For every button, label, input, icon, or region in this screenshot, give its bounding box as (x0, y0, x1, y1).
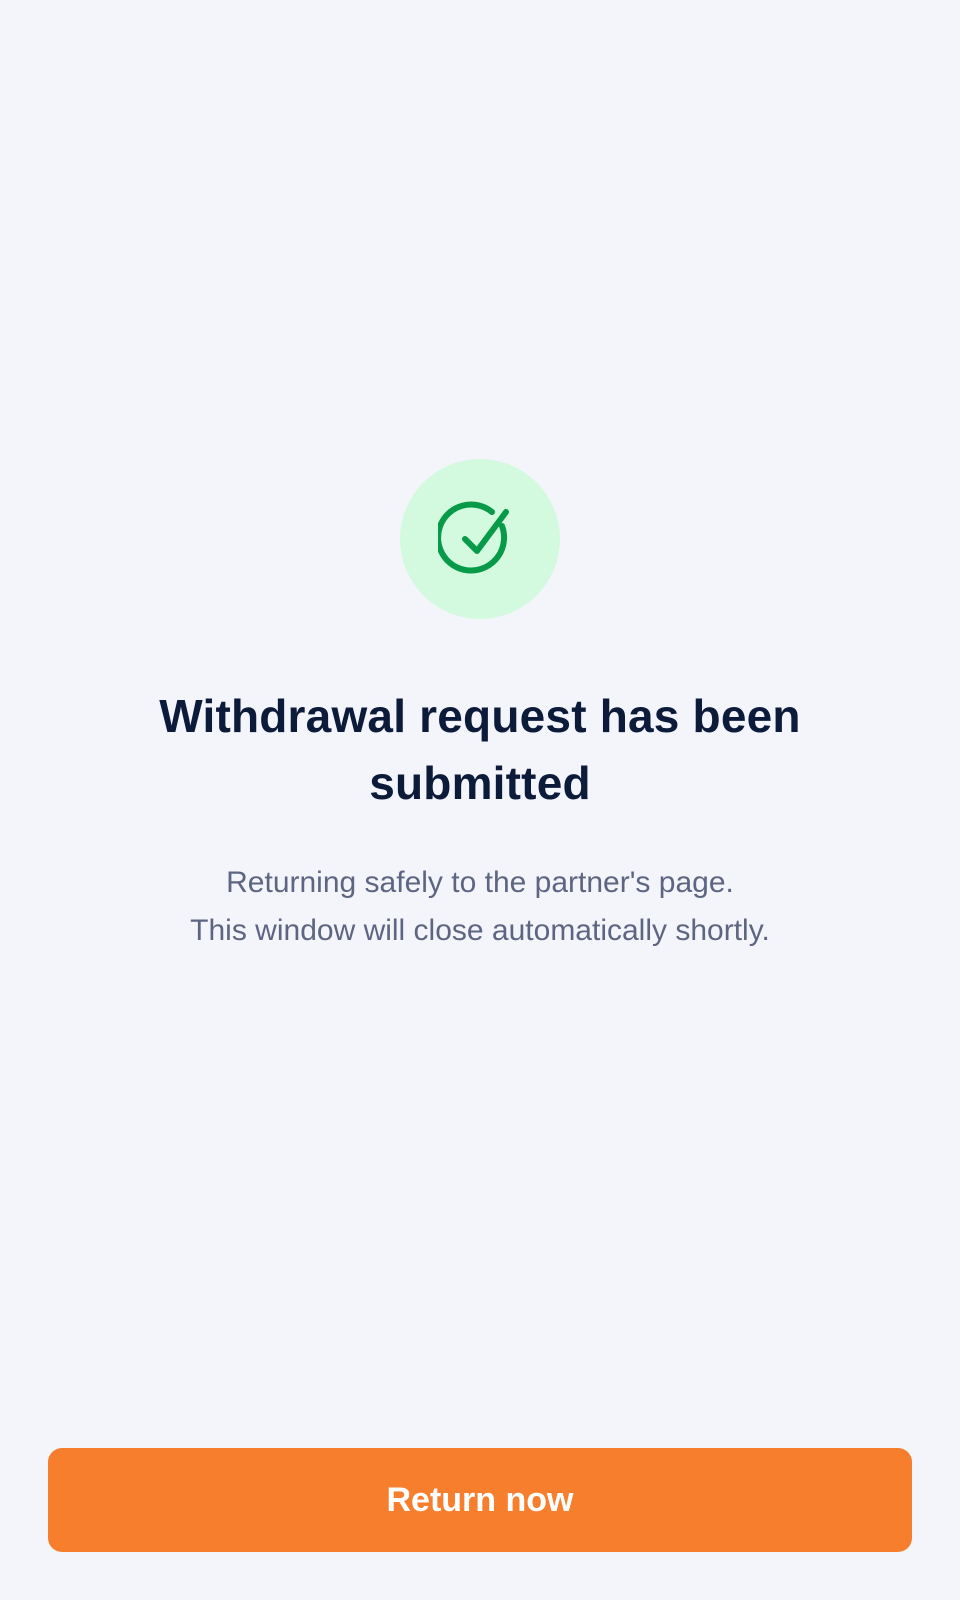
confirmation-message: Returning safely to the partner's page. … (120, 859, 840, 955)
success-panel: Withdrawal request has been submitted Re… (0, 459, 960, 985)
check-circle-icon (438, 501, 509, 574)
success-icon-badge (400, 459, 560, 619)
message-line-return: Returning safely to the partner's page. (226, 866, 734, 899)
return-now-button[interactable]: Return now (48, 1448, 912, 1552)
message-line-close: This window will close automatically sho… (190, 914, 770, 947)
confirmation-title: Withdrawal request has been submitted (159, 690, 801, 809)
